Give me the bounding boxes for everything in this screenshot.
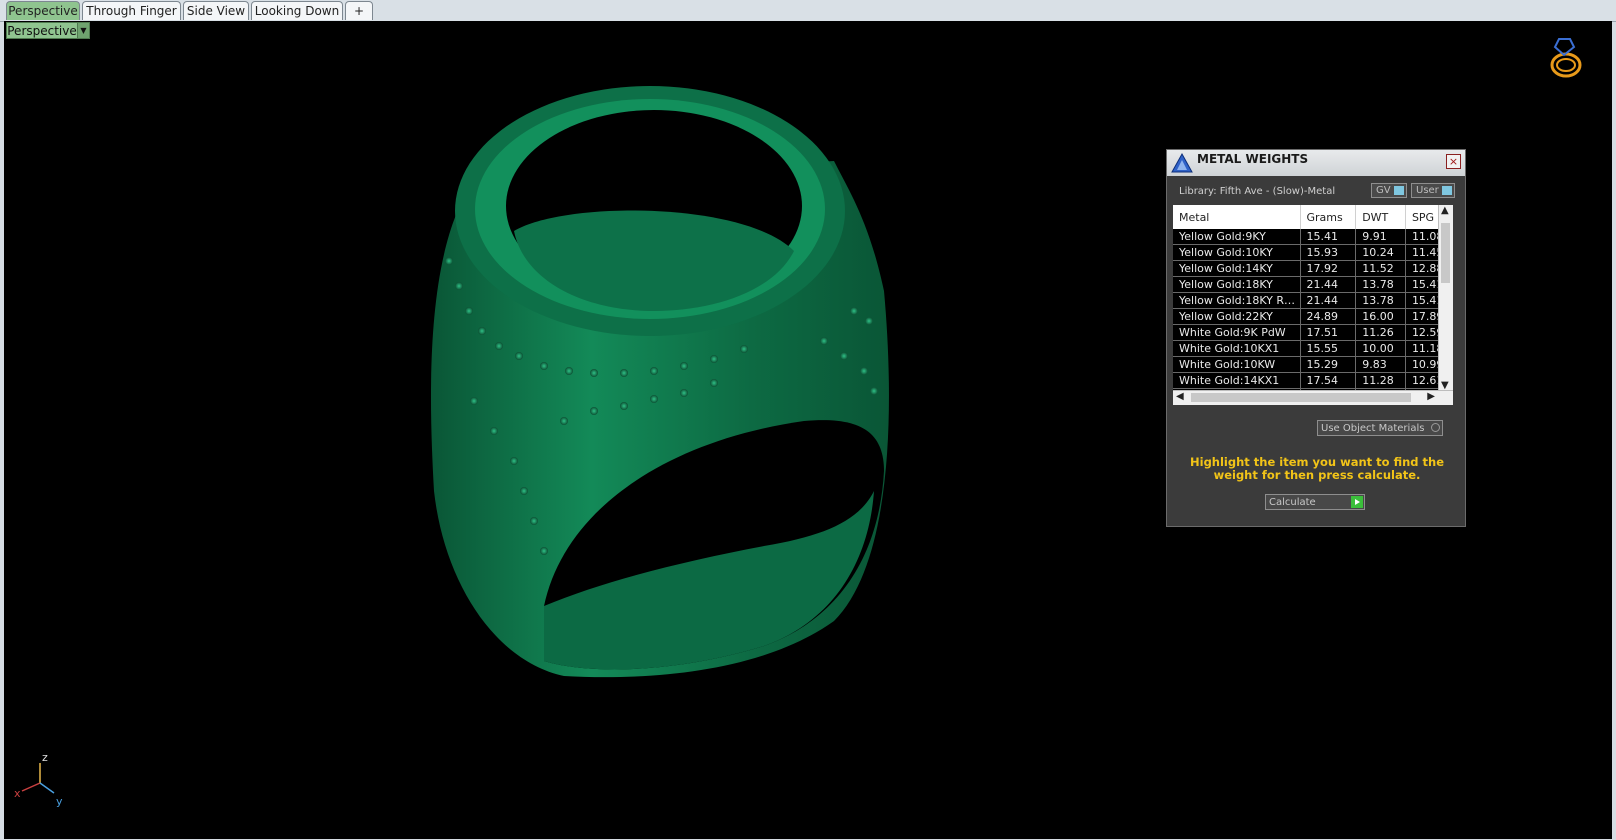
axis-z-label: z — [42, 751, 48, 764]
horizontal-scrollbar[interactable]: ◀ ▶ — [1173, 390, 1453, 405]
table-cell: 9.91 — [1355, 229, 1406, 245]
toggle-circle-icon[interactable] — [1431, 423, 1440, 432]
axis-x-label: x — [14, 787, 21, 800]
table-cell: Yellow Gold:10KY — [1173, 244, 1301, 261]
table-cell: Yellow Gold:14KY — [1173, 260, 1301, 277]
table-row[interactable]: White Gold:14KX1 17.54 11.28 12.61 — [1173, 372, 1453, 389]
table-row[interactable]: White Gold:10KX1 15.55 10.00 11.18 — [1173, 340, 1453, 357]
matrix-logo-icon — [1171, 152, 1193, 173]
table-cell: Yellow Gold:9KY — [1173, 229, 1301, 245]
3d-viewport[interactable]: Perspective ▼ z x y METAL WEIGHTS × Libr… — [4, 21, 1612, 839]
column-header-grams[interactable]: Grams — [1300, 205, 1357, 229]
table-row[interactable]: Yellow Gold:10KY 15.93 10.24 11.45 — [1173, 244, 1453, 261]
table-cell: 21.44 — [1300, 276, 1357, 293]
table-cell: White Gold:10KW — [1173, 356, 1301, 373]
add-tab-button[interactable]: + — [345, 1, 373, 20]
play-icon — [1351, 496, 1363, 508]
library-label: Library: Fifth Ave - (Slow)-Metal — [1179, 186, 1336, 197]
metal-weights-panel: METAL WEIGHTS × Library: Fifth Ave - (Sl… — [1166, 149, 1466, 527]
table-row[interactable]: Yellow Gold:9KY 15.41 9.91 11.08 — [1173, 229, 1453, 245]
close-icon[interactable]: × — [1446, 154, 1461, 169]
table-row[interactable]: Yellow Gold:22KY 24.89 16.00 17.89 — [1173, 308, 1453, 325]
table-row[interactable]: Yellow Gold:18KY R… 21.44 13.78 15.41 — [1173, 292, 1453, 309]
table-cell: 24.89 — [1300, 308, 1357, 325]
axis-y-label: y — [56, 795, 63, 808]
table-cell: 17.51 — [1300, 324, 1357, 341]
panel-title: METAL WEIGHTS — [1197, 152, 1309, 166]
gv-toggle[interactable]: GV — [1371, 183, 1407, 198]
column-header-dwt[interactable]: DWT — [1355, 205, 1406, 229]
toggle-indicator-icon — [1394, 186, 1404, 195]
table-cell: 15.93 — [1300, 244, 1357, 261]
toggle-indicator-icon — [1442, 186, 1452, 195]
tab-side-view[interactable]: Side View — [183, 1, 249, 20]
scroll-up-icon[interactable]: ▲ — [1441, 205, 1449, 216]
table-cell: Yellow Gold:18KY R… — [1173, 292, 1301, 309]
table-row[interactable]: White Gold:10KW 15.29 9.83 10.99 — [1173, 356, 1453, 373]
table-cell: 13.78 — [1355, 276, 1406, 293]
table-row[interactable]: Yellow Gold:14KY 17.92 11.52 12.88 — [1173, 260, 1453, 277]
use-object-materials-label: Use Object Materials — [1321, 423, 1425, 434]
scroll-left-icon[interactable]: ◀ — [1176, 391, 1184, 402]
calculate-button-label: Calculate — [1269, 497, 1316, 508]
user-toggle[interactable]: User — [1411, 183, 1455, 198]
table-cell: 17.54 — [1300, 372, 1357, 389]
axis-gizmo: z x y — [14, 751, 63, 808]
table-cell: 11.28 — [1355, 372, 1406, 389]
table-cell: White Gold:9K PdW — [1173, 324, 1301, 341]
tab-through-finger[interactable]: Through Finger — [82, 1, 181, 20]
tab-looking-down[interactable]: Looking Down — [251, 1, 343, 20]
gv-toggle-label: GV — [1376, 185, 1391, 196]
calculate-button[interactable]: Calculate — [1265, 494, 1365, 510]
panel-title-bar[interactable]: METAL WEIGHTS × — [1167, 150, 1465, 176]
tab-perspective[interactable]: Perspective — [6, 1, 80, 20]
user-toggle-label: User — [1416, 185, 1439, 196]
table-cell: 17.92 — [1300, 260, 1357, 277]
table-row[interactable]: White Gold:9K PdW 17.51 11.26 12.59 — [1173, 324, 1453, 341]
vertical-scrollbar[interactable]: ▲ ▼ — [1438, 205, 1453, 391]
table-cell: 15.55 — [1300, 340, 1357, 357]
table-cell: 16.00 — [1355, 308, 1406, 325]
table-cell: 10.00 — [1355, 340, 1406, 357]
table-cell: Yellow Gold:18KY — [1173, 276, 1301, 293]
table-cell: White Gold:10KX1 — [1173, 340, 1301, 357]
table-cell: 15.29 — [1300, 356, 1357, 373]
view-tab-bar: Perspective Through Finger Side View Loo… — [0, 0, 1616, 22]
instruction-text: Highlight the item you want to find the … — [1190, 455, 1444, 482]
column-header-metal[interactable]: Metal — [1173, 205, 1301, 229]
vertical-scroll-thumb[interactable] — [1441, 223, 1450, 283]
table-cell: 10.24 — [1355, 244, 1406, 261]
scroll-right-icon[interactable]: ▶ — [1427, 391, 1435, 402]
metal-table[interactable]: Metal Grams DWT SPG Yellow Gold:9KY 15.41… — [1173, 205, 1453, 405]
table-cell: Yellow Gold:22KY — [1173, 308, 1301, 325]
table-cell: 15.41 — [1300, 229, 1357, 245]
table-cell: 13.78 — [1355, 292, 1406, 309]
table-cell: 21.44 — [1300, 292, 1357, 309]
table-cell: 11.26 — [1355, 324, 1406, 341]
table-cell: White Gold:14KX1 — [1173, 372, 1301, 389]
table-cell: 11.52 — [1355, 260, 1406, 277]
use-object-materials-field[interactable]: Use Object Materials — [1317, 420, 1443, 436]
ring-logo-icon — [1550, 38, 1582, 78]
horizontal-scroll-thumb[interactable] — [1191, 393, 1411, 402]
table-row[interactable]: Yellow Gold:18KY 21.44 13.78 15.41 — [1173, 276, 1453, 293]
table-cell: 9.83 — [1355, 356, 1406, 373]
